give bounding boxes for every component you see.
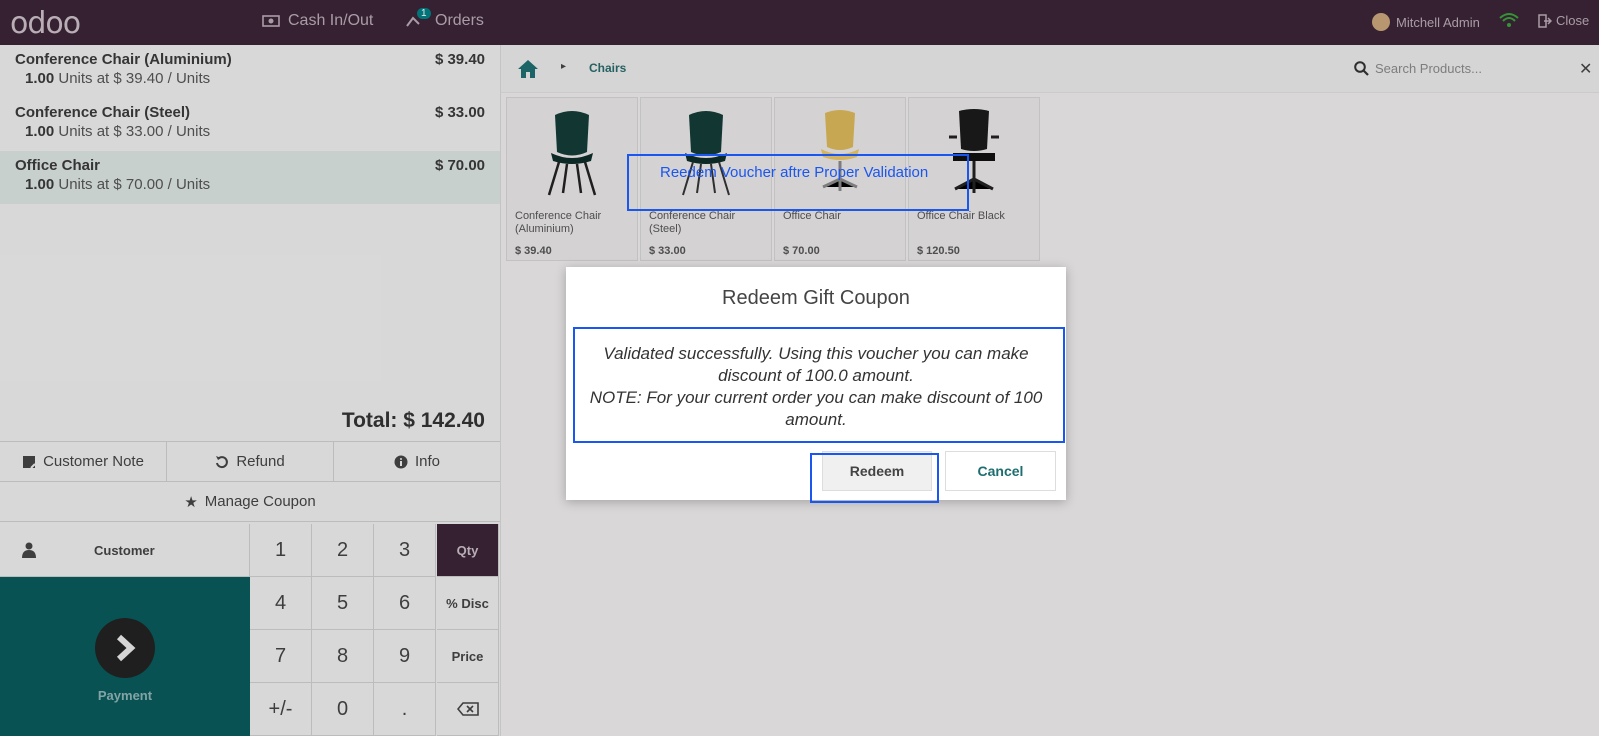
annotation-label: Reedem Voucher aftre Proper Validation <box>660 164 929 181</box>
annotation-message-box <box>573 327 1065 443</box>
dialog-title: Redeem Gift Coupon <box>722 287 910 309</box>
annotation-redeem-box <box>810 453 939 503</box>
annotation-box <box>627 154 969 211</box>
cancel-button[interactable]: Cancel <box>945 451 1056 491</box>
